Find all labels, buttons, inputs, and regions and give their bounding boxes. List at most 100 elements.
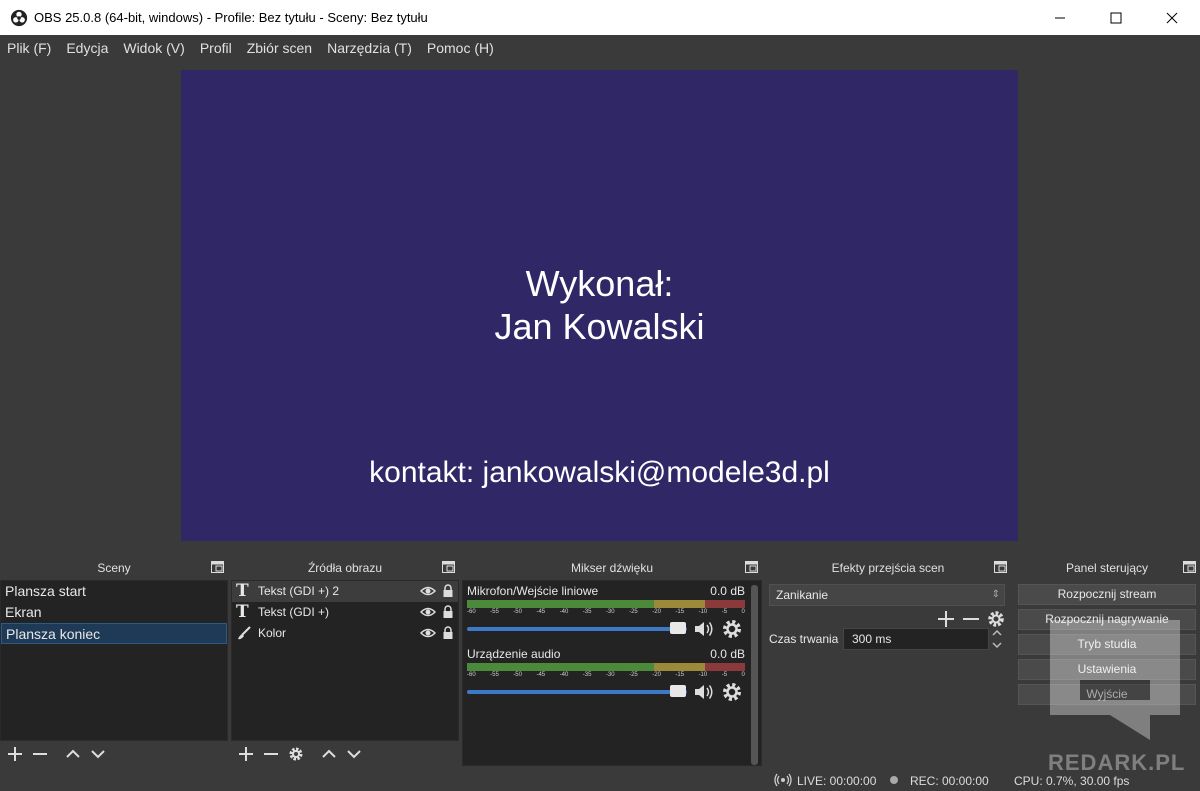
mixer-dock-title: Mikser dźwięku [462, 555, 762, 580]
lock-icon[interactable] [442, 626, 454, 640]
undock-icon[interactable] [1183, 561, 1196, 573]
lock-icon[interactable] [442, 584, 454, 598]
volume-slider[interactable] [467, 690, 687, 694]
add-scene-button[interactable] [4, 743, 26, 765]
menu-tools[interactable]: Narzędzia (T) [327, 40, 412, 56]
mixer-body: Mikrofon/Wejście liniowe 0.0 dB -60 -55 -5… [462, 580, 762, 766]
source-properties-gear-icon[interactable] [285, 743, 307, 765]
menu-profile[interactable]: Profil [200, 40, 232, 56]
gear-icon[interactable] [721, 619, 743, 639]
speaker-icon[interactable] [693, 682, 715, 702]
transition-buttons [935, 608, 1010, 630]
text-icon: T [236, 581, 249, 601]
scenes-list: Plansza start Ekran Plansza koniec [0, 580, 228, 741]
transitions-dock: Efekty przejścia scen Zanikanie ⇕ Czas t… [765, 555, 1011, 767]
window-title: OBS 25.0.8 (64-bit, windows) - Profile: … [34, 10, 428, 25]
maximize-button[interactable] [1088, 0, 1144, 35]
undock-icon[interactable] [211, 561, 224, 573]
source-label: Tekst (GDI +) 2 [258, 584, 340, 598]
scenes-dock: Sceny Plansza start Ekran Plansza koniec [0, 555, 228, 767]
duration-label: Czas trwania [769, 632, 839, 646]
source-item[interactable]: T Tekst (GDI +) [232, 602, 458, 623]
volume-slider-handle[interactable] [670, 685, 686, 697]
volume-slider-handle[interactable] [670, 622, 686, 634]
scene-item[interactable]: Ekran [1, 602, 227, 623]
channel-name: Urządzenie audio [467, 647, 561, 661]
chevron-up-icon[interactable] [992, 628, 1002, 638]
undock-icon[interactable] [442, 561, 455, 573]
eye-icon[interactable] [420, 606, 436, 618]
mixer-channel: Urządzenie audio 0.0 dB -60 -55 -50 -45 -40-… [466, 647, 745, 707]
scenes-toolbar [0, 741, 228, 767]
text-icon: T [236, 602, 249, 622]
source-label: Tekst (GDI +) [258, 605, 330, 619]
eye-icon[interactable] [420, 585, 436, 597]
controls-dock-title: Panel sterujący [1014, 555, 1200, 580]
redark-logo-icon [1050, 620, 1180, 740]
speaker-icon[interactable] [693, 619, 715, 639]
remove-source-button[interactable] [260, 743, 282, 765]
menu-file[interactable]: Plik (F) [7, 40, 51, 56]
chevron-down-icon[interactable] [992, 640, 1002, 650]
menu-view[interactable]: Widok (V) [123, 40, 184, 56]
meter-ticks: -60 -55 -50 -45 -40 -35 -30 -25 -20 -15 -10 -5 0 [467, 672, 745, 678]
watermark-text: REDARK.PL [1048, 750, 1186, 775]
volume-slider[interactable] [467, 627, 687, 631]
menu-help[interactable]: Pomoc (H) [427, 40, 494, 56]
preview-canvas[interactable]: Wykonał: Jan Kowalski kontakt: jankowals… [181, 70, 1018, 541]
duration-stepper[interactable] [989, 628, 1005, 650]
move-source-down-button[interactable] [343, 743, 365, 765]
preview-text-line1: Wykonał: [525, 263, 674, 304]
mixer-channel: Mikrofon/Wejście liniowe 0.0 dB -60 -55 -5… [466, 584, 745, 644]
updown-arrow-icon: ⇕ [991, 589, 1000, 600]
close-button[interactable] [1144, 0, 1200, 35]
obs-logo-icon [10, 9, 28, 26]
volume-meter [467, 600, 745, 608]
add-transition-button[interactable] [935, 608, 957, 630]
lock-icon[interactable] [442, 605, 454, 619]
mixer-title: Mikser dźwięku [570, 560, 654, 575]
undock-icon[interactable] [994, 561, 1007, 573]
menu-edit[interactable]: Edycja [66, 40, 108, 56]
eye-icon[interactable] [420, 627, 436, 639]
sources-list: T Tekst (GDI +) 2 T Tekst (GDI +) Kolor [231, 580, 459, 741]
scene-item[interactable]: Plansza start [1, 581, 227, 602]
status-bar: LIVE: 00:00:00 REC: 00:00:00 CPU: 0.7%, … [0, 770, 1200, 791]
transitions-dock-title: Efekty przejścia scen [765, 555, 1011, 580]
add-source-button[interactable] [235, 743, 257, 765]
channel-name: Mikrofon/Wejście liniowe [467, 584, 599, 598]
remove-scene-button[interactable] [29, 743, 51, 765]
sources-dock: Źródła obrazu T Tekst (GDI +) 2 T Tekst … [231, 555, 459, 767]
mixer-scrollbar[interactable] [751, 585, 758, 765]
move-scene-down-button[interactable] [87, 743, 109, 765]
menu-scene-collection[interactable]: Zbiór scen [247, 40, 312, 56]
move-scene-up-button[interactable] [62, 743, 84, 765]
menu-bar: Plik (F) Edycja Widok (V) Profil Zbiór s… [0, 35, 1200, 61]
gear-icon[interactable] [721, 682, 743, 702]
source-item[interactable]: Kolor [232, 623, 458, 644]
transition-select-value: Zanikanie [776, 588, 829, 602]
scene-item-selected[interactable]: Plansza koniec [1, 623, 227, 644]
minimize-button[interactable] [1032, 0, 1088, 35]
volume-meter [467, 663, 745, 671]
broadcast-icon [774, 773, 792, 787]
duration-input[interactable]: 300 ms [843, 628, 989, 650]
cpu-status: CPU: 0.7%, 30.00 fps [1014, 774, 1130, 788]
transition-select[interactable]: Zanikanie ⇕ [769, 584, 1005, 606]
source-item[interactable]: T Tekst (GDI +) 2 [232, 581, 458, 602]
scenes-dock-title: Sceny [0, 555, 228, 580]
mixer-dock: Mikser dźwięku Mikrofon/Wejście liniowe … [462, 555, 762, 767]
controls-title: Panel sterujący [1065, 560, 1149, 575]
move-source-up-button[interactable] [318, 743, 340, 765]
transition-properties-gear-icon[interactable] [985, 608, 1007, 630]
remove-transition-button[interactable] [960, 608, 982, 630]
undock-icon[interactable] [745, 561, 758, 573]
sources-toolbar [231, 741, 459, 767]
scenes-title: Sceny [97, 560, 131, 575]
rec-status: REC: 00:00:00 [910, 774, 989, 788]
preview-text-contact: kontakt: jankowalski@modele3d.pl [369, 456, 830, 489]
channel-db: 0.0 dB [710, 584, 745, 598]
channel-db: 0.0 dB [710, 647, 745, 661]
title-bar: OBS 25.0.8 (64-bit, windows) - Profile: … [0, 0, 1200, 35]
start-stream-button[interactable]: Rozpocznij stream [1018, 584, 1196, 605]
